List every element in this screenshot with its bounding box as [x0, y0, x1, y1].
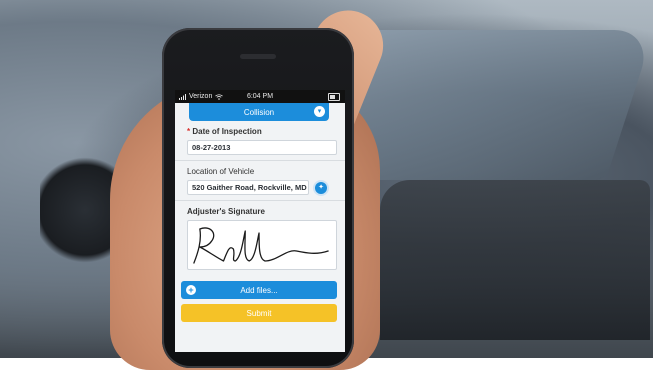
status-bar: Verizon 6:04 PM: [175, 90, 345, 103]
location-row: 520 Gaither Road, Rockville, MD 2 ✦: [187, 180, 337, 195]
phone-speaker: [240, 54, 276, 59]
location-of-vehicle-section: Location of Vehicle 520 Gaither Road, Ro…: [175, 161, 345, 201]
car-front-wreck-shape: [380, 180, 650, 340]
date-of-inspection-label-text: Date of Inspection: [192, 127, 262, 136]
location-of-vehicle-label: Location of Vehicle: [187, 167, 255, 176]
signature-stroke: [193, 227, 329, 264]
add-files-label: Add files...: [240, 285, 278, 295]
phone-screen: Verizon 6:04 PM Collision ▾ * Date of In…: [175, 90, 345, 352]
location-of-vehicle-input[interactable]: 520 Gaither Road, Rockville, MD 2: [187, 180, 309, 195]
claim-type-value: Collision: [243, 107, 275, 117]
adjusters-signature-section: Adjuster's Signature: [175, 201, 345, 275]
plus-icon: +: [186, 285, 196, 295]
adjusters-signature-label: Adjuster's Signature: [187, 207, 265, 216]
required-marker: *: [187, 127, 191, 136]
battery-icon: [328, 93, 340, 101]
submit-button[interactable]: Submit: [181, 304, 337, 322]
signature-pad[interactable]: [187, 220, 337, 270]
chevron-down-icon[interactable]: ▾: [314, 106, 325, 117]
claim-type-select-wrap: Collision ▾: [175, 103, 345, 121]
add-files-button[interactable]: + Add files...: [181, 281, 337, 299]
date-of-inspection-input[interactable]: 08-27-2013: [187, 140, 337, 155]
date-of-inspection-label: * Date of Inspection: [187, 127, 337, 136]
location-target-icon[interactable]: ✦: [315, 181, 327, 194]
date-of-inspection-section: * Date of Inspection 08-27-2013: [175, 121, 345, 161]
claim-type-select[interactable]: Collision ▾: [189, 103, 329, 121]
status-time: 6:04 PM: [246, 93, 274, 100]
